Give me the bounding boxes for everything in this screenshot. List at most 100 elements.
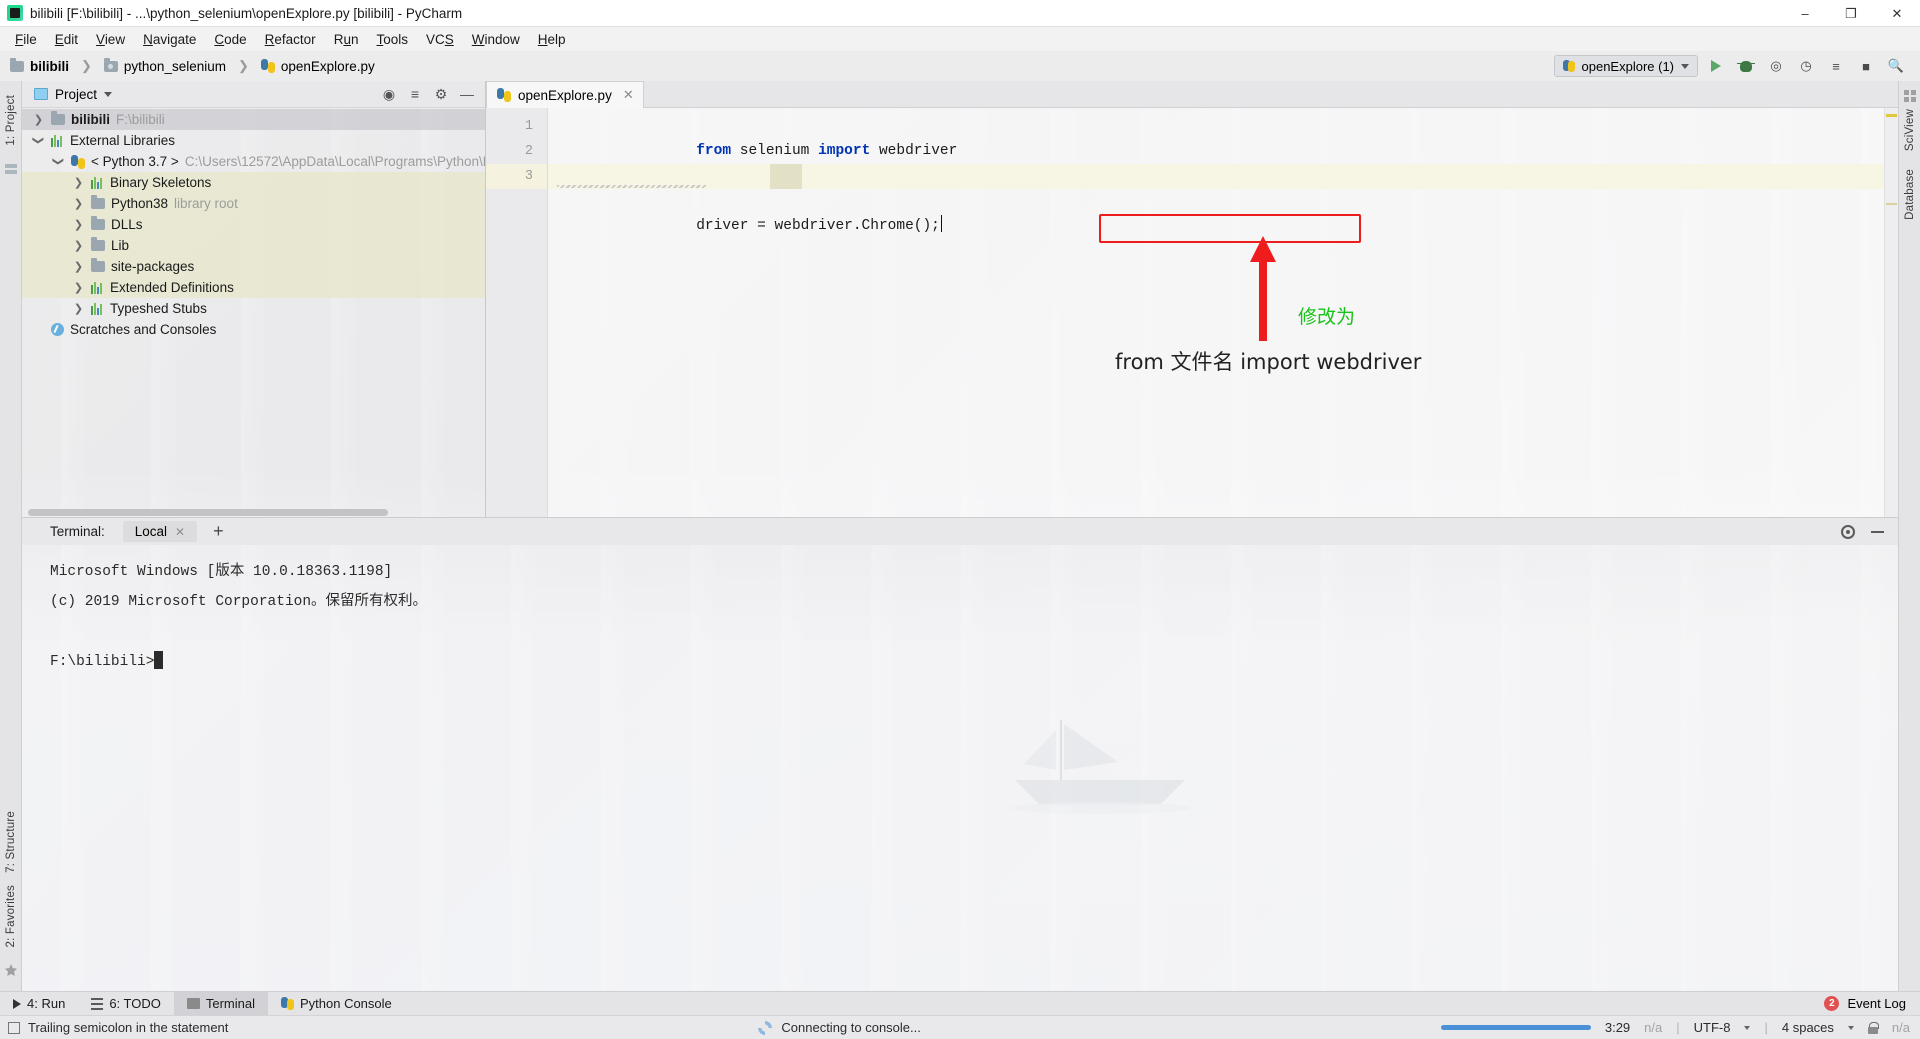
terminal-line: (c) 2019 Microsoft Corporation。保留所有权利。 bbox=[50, 594, 428, 610]
tree-item-python38[interactable]: ❯ Python38 library root bbox=[22, 193, 485, 214]
menu-vcs[interactable]: VCS bbox=[417, 30, 463, 49]
stop-button[interactable]: ■ bbox=[1854, 55, 1878, 77]
menu-navigate[interactable]: Navigate bbox=[134, 30, 205, 49]
menu-tools[interactable]: Tools bbox=[367, 30, 417, 49]
breadcrumb-item-file[interactable]: openExplore.py bbox=[281, 59, 375, 74]
chevron-down-icon[interactable] bbox=[104, 91, 113, 97]
chevron-down-icon[interactable] bbox=[1744, 1025, 1751, 1030]
tree-item-label: Python38 bbox=[111, 196, 169, 211]
attach-process-button[interactable]: ≡ bbox=[1824, 55, 1848, 77]
close-button[interactable]: ✕ bbox=[1874, 0, 1920, 27]
hide-icon[interactable]: — bbox=[459, 86, 475, 102]
line-separator[interactable]: n/a bbox=[1644, 1020, 1662, 1035]
tool-button-todo[interactable]: 6: TODO bbox=[78, 992, 174, 1016]
run-configuration-selector[interactable]: openExplore (1) bbox=[1553, 55, 1698, 77]
maximize-button[interactable]: ❐ bbox=[1828, 0, 1874, 27]
chevron-down-icon-2[interactable] bbox=[1847, 1025, 1854, 1030]
breadcrumb-separator: ❯ bbox=[81, 58, 92, 73]
tree-item-label: Lib bbox=[111, 238, 130, 253]
chevron-closed-icon[interactable]: ❯ bbox=[72, 260, 85, 273]
tree-item-label: Scratches and Consoles bbox=[70, 322, 217, 337]
project-tree[interactable]: ❯ bilibili F:\bilibili ❯ External Libraries ❯… bbox=[22, 108, 485, 507]
chevron-closed-icon[interactable]: ❯ bbox=[72, 281, 85, 294]
code-text[interactable]: from selenium import webdriver driver = … bbox=[548, 108, 1884, 517]
tree-item-python-3-7[interactable]: ❯ < Python 3.7 > C:\Users\12572\AppData\Lo… bbox=[22, 151, 485, 172]
minimize-icon[interactable] bbox=[1871, 530, 1884, 533]
tree-item-scratches-and-consoles[interactable]: Scratches and Consoles bbox=[22, 319, 485, 340]
indent-indicator[interactable]: 4 spaces bbox=[1782, 1020, 1834, 1035]
menu-file[interactable]: File bbox=[6, 30, 46, 49]
lock-icon[interactable] bbox=[1867, 1021, 1879, 1034]
run-button[interactable] bbox=[1704, 55, 1728, 77]
locate-icon[interactable]: ◉ bbox=[381, 86, 397, 102]
chevron-closed-icon[interactable]: ❯ bbox=[32, 113, 45, 126]
gear-icon[interactable] bbox=[1841, 524, 1855, 539]
status-divider: | bbox=[1676, 1020, 1680, 1035]
tree-item-label: bilibili bbox=[71, 112, 110, 127]
chevron-open-icon[interactable]: ❯ bbox=[32, 134, 45, 147]
menu-run[interactable]: Run bbox=[325, 30, 368, 49]
tree-item-extended-definitions[interactable]: ❯ Extended Definitions bbox=[22, 277, 485, 298]
event-log-label[interactable]: Event Log bbox=[1847, 996, 1906, 1011]
coverage-button[interactable]: ◎ bbox=[1764, 55, 1788, 77]
cursor-position[interactable]: 3:29 bbox=[1605, 1020, 1630, 1035]
chevron-closed-icon[interactable]: ❯ bbox=[72, 197, 85, 210]
tree-item-lib[interactable]: ❯ Lib bbox=[22, 235, 485, 256]
menu-window[interactable]: Window bbox=[463, 30, 529, 49]
terminal-output[interactable]: Microsoft Windows [版本 10.0.18363.1198] (… bbox=[22, 545, 1898, 991]
tool-button-python-console[interactable]: Python Console bbox=[268, 992, 405, 1016]
sidebar-item-structure[interactable]: 7: Structure bbox=[5, 805, 17, 879]
new-terminal-button[interactable]: + bbox=[213, 521, 224, 542]
branch-indicator[interactable]: n/a bbox=[1892, 1020, 1910, 1035]
collapse-all-icon[interactable]: ≡ bbox=[407, 86, 423, 102]
text-caret bbox=[940, 215, 943, 232]
gear-icon[interactable]: ⚙ bbox=[433, 86, 449, 102]
sidebar-item-project[interactable]: 1: Project bbox=[5, 89, 17, 152]
favorites-star-icon bbox=[4, 963, 18, 977]
tree-item-binary-skeletons[interactable]: ❯ Binary Skeletons bbox=[22, 172, 485, 193]
background-task-text: Connecting to console... bbox=[781, 1020, 921, 1035]
search-everywhere-icon[interactable]: 🔍 bbox=[1884, 55, 1908, 77]
terminal-tab-local[interactable]: Local ✕ bbox=[122, 521, 198, 542]
tree-item-typeshed-stubs[interactable]: ❯ Typeshed Stubs bbox=[22, 298, 485, 319]
encoding-indicator[interactable]: UTF-8 bbox=[1694, 1020, 1731, 1035]
tab-openexplore-py[interactable]: openExplore.py ✕ bbox=[486, 81, 644, 108]
sidebar-item-database[interactable]: Database bbox=[1904, 163, 1916, 226]
tool-button-run[interactable]: 4: Run bbox=[0, 992, 78, 1016]
chevron-closed-icon[interactable]: ❯ bbox=[72, 218, 85, 231]
chevron-closed-icon[interactable]: ❯ bbox=[72, 302, 85, 315]
status-indicators: 3:29 n/a | UTF-8 | 4 spaces n/a bbox=[1440, 1020, 1920, 1035]
project-horizontal-scrollbar[interactable] bbox=[22, 507, 485, 517]
menu-edit[interactable]: Edit bbox=[46, 30, 87, 49]
warning-marker[interactable] bbox=[1886, 114, 1897, 117]
minimize-button[interactable]: – bbox=[1782, 0, 1828, 27]
menu-help[interactable]: Help bbox=[529, 30, 575, 49]
center-column: Project ◉ ≡ ⚙ — ❯ bilibili F:\bilibili ❯ Ext… bbox=[22, 81, 1898, 991]
menu-refactor[interactable]: Refactor bbox=[256, 30, 325, 49]
tree-item-site-packages[interactable]: ❯ site-packages bbox=[22, 256, 485, 277]
chevron-closed-icon[interactable]: ❯ bbox=[72, 176, 85, 189]
tree-item-bilibili[interactable]: ❯ bilibili F:\bilibili bbox=[22, 109, 485, 130]
tree-item-external-libraries[interactable]: ❯ External Libraries bbox=[22, 130, 485, 151]
code-line-3[interactable]: driver = webdriver.Chrome(); bbox=[548, 164, 1884, 234]
code-line-1[interactable]: from selenium import webdriver bbox=[548, 114, 1884, 159]
profile-button[interactable]: ◷ bbox=[1794, 55, 1818, 77]
menu-code[interactable]: Code bbox=[205, 30, 255, 49]
folder-icon bbox=[91, 216, 105, 230]
chevron-open-icon[interactable]: ❯ bbox=[52, 155, 65, 168]
sidebar-item-sciview[interactable]: SciView bbox=[1904, 103, 1916, 157]
debug-button[interactable] bbox=[1734, 55, 1758, 77]
breadcrumb-item-project[interactable]: bilibili bbox=[30, 59, 69, 74]
code-line-2[interactable] bbox=[548, 139, 1884, 164]
chevron-closed-icon[interactable]: ❯ bbox=[72, 239, 85, 252]
editor-marker-bar[interactable] bbox=[1884, 108, 1898, 517]
tree-item-dlls[interactable]: ❯ DLLs bbox=[22, 214, 485, 235]
editor-area: openExplore.py ✕ 1 2 3 from selenium imp… bbox=[486, 81, 1898, 517]
sidebar-item-favorites[interactable]: 2: Favorites bbox=[5, 879, 17, 953]
tool-button-terminal[interactable]: Terminal bbox=[173, 991, 268, 1016]
menu-view[interactable]: View bbox=[87, 30, 134, 49]
close-icon[interactable]: ✕ bbox=[175, 525, 185, 539]
close-icon[interactable]: ✕ bbox=[623, 87, 634, 103]
line-number: 1 bbox=[524, 119, 533, 134]
breadcrumb-item-folder[interactable]: python_selenium bbox=[124, 59, 226, 74]
